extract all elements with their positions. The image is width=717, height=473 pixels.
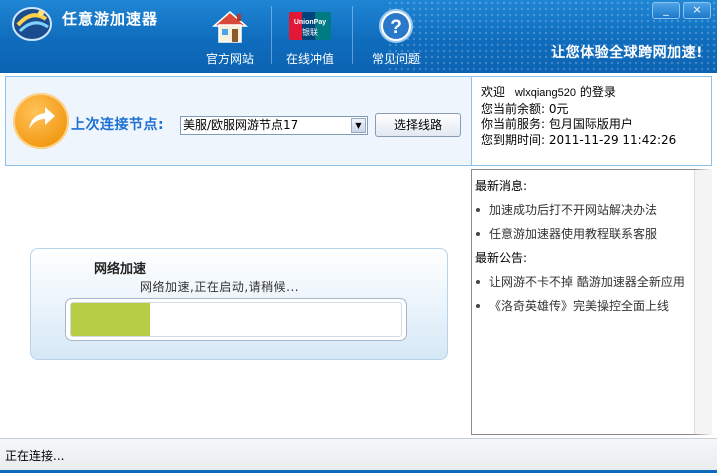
news-link[interactable]: 任意游加速器使用教程联系客服 xyxy=(475,222,694,246)
title-bar: 任意游加速器 官方网站 UnionPay 银联 在线冲值 ? 常见问题 _ × … xyxy=(0,0,717,73)
last-node-label: 上次连接节点: xyxy=(71,117,165,133)
nav-faq[interactable]: ? 常见问题 xyxy=(354,4,438,68)
username: wlxqiang520 xyxy=(514,87,576,99)
bullet-icon xyxy=(476,303,480,308)
news-link-text: 加速成功后打不开网站解决办法 xyxy=(489,203,658,217)
balance-line: 您当前余额: 0元 xyxy=(481,101,569,116)
latest-messages-heading: 最新消息: xyxy=(475,179,528,193)
user-info-panel: 欢迎 wlxqiang520 的登录 您当前余额: 0元 你当前服务: 包月国际… xyxy=(471,77,711,165)
nav-faq-label: 常见问题 xyxy=(371,52,420,66)
nav-official-site-label: 官方网站 xyxy=(205,52,254,66)
announcement-link[interactable]: 让网游不卡不掉 酷游加速器全新应用 xyxy=(475,270,694,294)
news-scrollbar[interactable] xyxy=(694,170,712,434)
connect-arrow-icon[interactable] xyxy=(13,93,69,149)
announcement-link-text: 让网游不卡不掉 酷游加速器全新应用 xyxy=(489,275,685,289)
choose-route-button[interactable]: 选择线路 xyxy=(375,113,461,137)
close-button[interactable]: × xyxy=(683,2,711,19)
announcement-link-text: 《洛奇英雄传》完美操控全面上线 xyxy=(489,299,670,313)
welcome-line: 欢迎 wlxqiang520 的登录 xyxy=(481,85,711,102)
arrow-shape xyxy=(29,107,55,129)
help-icon: ? xyxy=(379,9,413,43)
progress-bar xyxy=(65,298,407,341)
acceleration-box: 网络加速 网络加速,正在启动,请稍候... xyxy=(30,248,448,360)
expiry-line: 您到期时间: 2011-11-29 11:42:26 xyxy=(481,132,677,147)
main-area: 网络加速 网络加速,正在启动,请稍候... xyxy=(5,170,468,435)
nav-online-recharge-label: 在线冲值 xyxy=(285,52,334,66)
chevron-down-icon[interactable]: ▼ xyxy=(351,118,366,133)
status-text: 正在连接... xyxy=(5,449,65,463)
house-icon xyxy=(212,11,248,43)
announcements-heading: 最新公告: xyxy=(475,251,528,265)
welcome-prefix: 欢迎 xyxy=(481,85,506,99)
app-title: 任意游加速器 xyxy=(62,10,159,28)
service-line: 你当前服务: 包月国际版用户 xyxy=(481,117,633,131)
bullet-icon xyxy=(476,231,480,236)
bullet-icon xyxy=(476,207,480,212)
node-select[interactable]: 美服/欧服网游节点17 ▼ xyxy=(180,116,368,135)
status-bar: 正在连接... xyxy=(0,438,717,473)
unionpay-icon: UnionPay 银联 xyxy=(289,12,331,40)
unionpay-card-subtext: 银联 xyxy=(302,27,318,37)
news-panel: 最新消息: 加速成功后打不开网站解决办法 任意游加速器使用教程联系客服 最新公告… xyxy=(471,169,712,435)
progress-fill xyxy=(71,303,151,336)
progress-track-inner xyxy=(70,302,402,337)
app-logo-icon xyxy=(12,7,52,41)
nav-divider xyxy=(352,6,353,64)
connection-panel: 上次连接节点: 美服/欧服网游节点17 ▼ 选择线路 欢迎 wlxqiang52… xyxy=(5,76,712,166)
bullet-icon xyxy=(476,279,480,284)
nav-online-recharge[interactable]: UnionPay 银联 在线冲值 xyxy=(268,4,352,68)
slogan-text: 让您体验全球跨网加速! xyxy=(551,45,703,61)
minimize-button[interactable]: _ xyxy=(652,2,680,19)
node-select-value: 美服/欧服网游节点17 xyxy=(183,118,299,132)
news-link[interactable]: 加速成功后打不开网站解决办法 xyxy=(475,198,694,222)
acceleration-status: 网络加速,正在启动,请稍候... xyxy=(140,280,300,294)
unionpay-card-text: UnionPay xyxy=(294,19,326,26)
announcement-link[interactable]: 《洛奇英雄传》完美操控全面上线 xyxy=(475,294,694,318)
welcome-suffix: 的登录 xyxy=(579,85,616,99)
acceleration-title: 网络加速 xyxy=(94,262,147,277)
news-link-text: 任意游加速器使用教程联系客服 xyxy=(489,227,658,241)
nav-official-site[interactable]: 官方网站 xyxy=(188,4,272,68)
svg-text:?: ? xyxy=(390,17,402,38)
